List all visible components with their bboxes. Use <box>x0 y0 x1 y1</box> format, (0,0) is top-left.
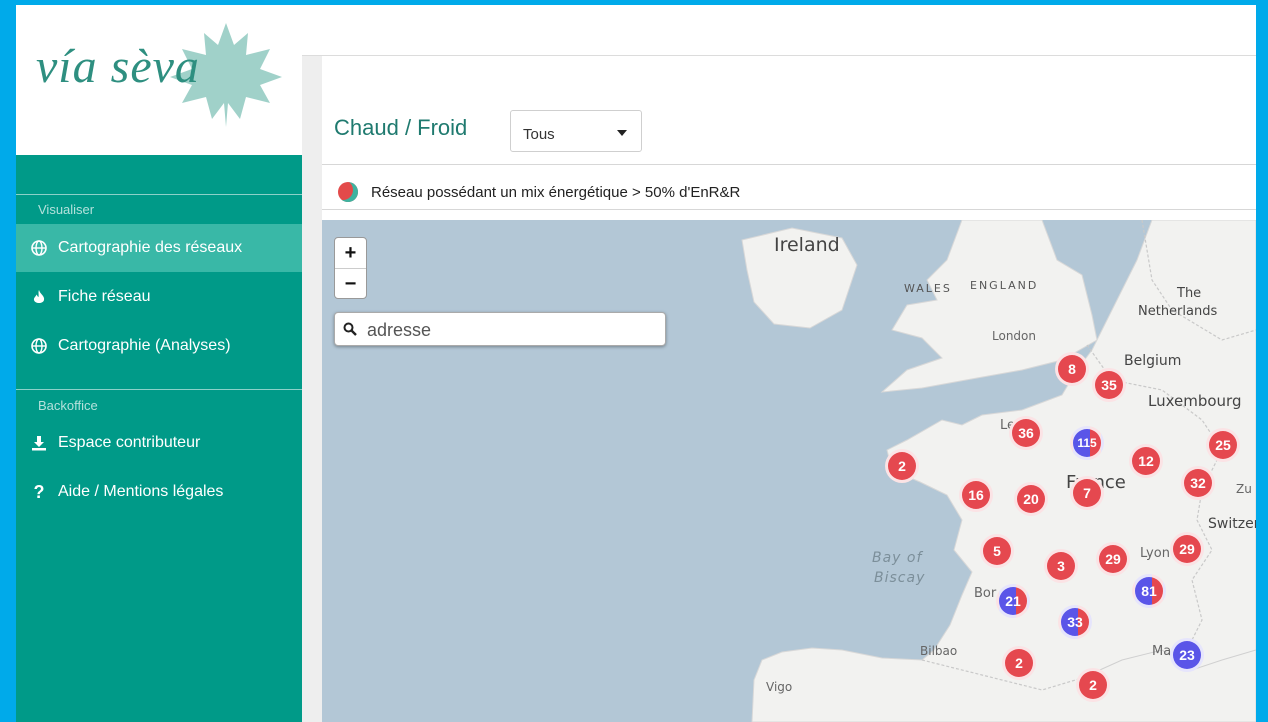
caret-down-icon <box>617 130 627 136</box>
map-label-switzer: Switzer <box>1208 516 1256 532</box>
download-icon <box>26 435 52 451</box>
map-cluster-marker[interactable]: 8 <box>1055 352 1089 386</box>
sidebar-item-espace-contributeur[interactable]: Espace contributeur <box>16 419 302 467</box>
legend-bar: Réseau possédant un mix énergétique > 50… <box>322 175 1256 210</box>
map-cluster-marker[interactable]: 35 <box>1092 368 1126 402</box>
address-search <box>334 312 666 346</box>
map-label-lyon: Lyon <box>1140 546 1170 561</box>
map-cluster-marker[interactable]: 16 <box>959 478 993 512</box>
content-gutter <box>302 56 322 722</box>
map-cluster-marker[interactable]: 23 <box>1170 638 1204 672</box>
globe-icon <box>26 240 52 256</box>
map-label-bay-of: Bay of <box>872 550 923 566</box>
map-cluster-marker[interactable]: 81 <box>1132 574 1166 608</box>
sidebar-item-label: Espace contributeur <box>58 434 201 451</box>
map-cluster-marker[interactable]: 2 <box>1076 668 1110 702</box>
map-label-ireland: Ireland <box>774 234 840 256</box>
sidebar-item-fiche-reseau[interactable]: Fiche réseau <box>16 273 302 321</box>
map-cluster-marker[interactable]: 3 <box>1044 549 1078 583</box>
legend-dot-icon <box>338 182 358 202</box>
map-label-belgium: Belgium <box>1124 353 1182 369</box>
zoom-in-button[interactable]: + <box>335 238 366 268</box>
map-label-wales: WALES <box>904 282 952 295</box>
select-value: Tous <box>523 126 555 143</box>
logo-text: vía sèva <box>36 40 200 93</box>
map-cluster-marker[interactable]: 5 <box>980 534 1014 568</box>
map-cluster-marker[interactable]: 33 <box>1058 605 1092 639</box>
main-content: Chaud / Froid Tous Réseau possédant un m… <box>302 5 1256 722</box>
map[interactable]: Ireland WALES ENGLAND The Netherlands Lo… <box>322 220 1256 722</box>
map-label-bilbao: Bilbao <box>920 644 958 658</box>
sidebar-item-cartographie-reseaux[interactable]: Cartographie des réseaux <box>16 224 302 272</box>
map-cluster-marker[interactable]: 2 <box>1002 646 1036 680</box>
sidebar-item-aide[interactable]: ? Aide / Mentions légales <box>16 468 302 516</box>
zoom-out-button[interactable]: − <box>335 268 366 299</box>
sidebar-item-label: Cartographie des réseaux <box>58 239 243 256</box>
map-cluster-marker[interactable]: 7 <box>1070 476 1104 510</box>
map-label-england: ENGLAND <box>970 279 1039 292</box>
map-cluster-marker[interactable]: 32 <box>1181 466 1215 500</box>
section-label-visualiser: Visualiser <box>38 202 95 217</box>
section-label-backoffice: Backoffice <box>38 398 98 413</box>
map-label-london: London <box>992 329 1036 343</box>
sidebar-divider <box>16 389 302 390</box>
filter-bar: Chaud / Froid Tous <box>322 61 1256 165</box>
sidebar-item-label: Cartographie (Analyses) <box>58 337 231 354</box>
map-label-biscay: Biscay <box>874 570 926 586</box>
map-label-bordeaux: Bor <box>974 586 997 601</box>
map-cluster-marker[interactable]: 29 <box>1170 532 1204 566</box>
map-cluster-marker[interactable]: 36 <box>1009 416 1043 450</box>
map-label-netherlands-2: Netherlands <box>1138 304 1218 319</box>
legend-text: Réseau possédant un mix énergétique > 50… <box>371 184 741 201</box>
search-icon <box>343 322 357 341</box>
search-input[interactable] <box>365 317 659 343</box>
map-cluster-marker[interactable]: 12 <box>1129 444 1163 478</box>
flame-icon <box>26 289 52 305</box>
map-cluster-marker[interactable]: 21 <box>996 584 1030 618</box>
map-cluster-marker[interactable]: 29 <box>1096 542 1130 576</box>
globe-icon <box>26 338 52 354</box>
sidebar-item-label: Aide / Mentions légales <box>58 483 224 500</box>
sidebar-item-cartographie-analyses[interactable]: Cartographie (Analyses) <box>16 322 302 370</box>
app-window: vía sèva Visualiser Cartographie des rés… <box>16 5 1256 722</box>
map-label-luxembourg: Luxembourg <box>1148 392 1242 410</box>
map-cluster-marker[interactable]: 25 <box>1206 428 1240 462</box>
map-label-netherlands-1: The <box>1177 286 1202 301</box>
sidebar: vía sèva Visualiser Cartographie des rés… <box>16 5 302 722</box>
filter-title: Chaud / Froid <box>334 115 468 140</box>
question-icon: ? <box>33 481 45 502</box>
map-label-vigo: Vigo <box>766 680 793 694</box>
map-cluster-marker[interactable]: 2 <box>885 449 919 483</box>
map-land <box>741 220 1256 722</box>
logo[interactable]: vía sèva <box>16 5 302 155</box>
zoom-control: + − <box>334 237 367 299</box>
map-cluster-marker[interactable]: 20 <box>1014 482 1048 516</box>
map-cluster-marker[interactable]: 115 <box>1070 426 1104 460</box>
chaud-froid-select[interactable]: Tous <box>510 110 642 152</box>
sidebar-divider <box>16 194 302 195</box>
map-label-zu: Zu <box>1236 482 1252 496</box>
sidebar-item-label: Fiche réseau <box>58 288 151 305</box>
top-bar <box>302 5 1256 56</box>
